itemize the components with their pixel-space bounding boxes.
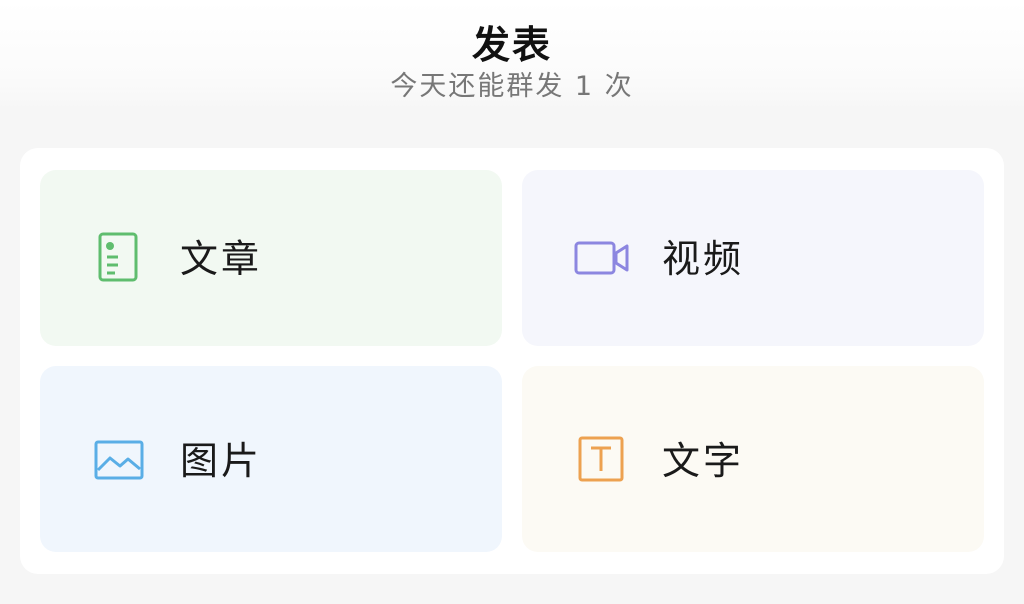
text-t-icon: [578, 436, 624, 482]
page-title: 发表: [471, 23, 552, 67]
video-label: 视频: [662, 237, 745, 281]
image-label: 图片: [180, 439, 263, 483]
document-icon: [98, 232, 138, 282]
publish-quota-text: 今天还能群发 1 次: [390, 71, 634, 102]
publish-image-button[interactable]: 图片: [40, 366, 502, 552]
publish-text-button[interactable]: 文字: [522, 366, 984, 552]
article-label: 文章: [180, 237, 263, 281]
publish-video-button[interactable]: 视频: [522, 170, 984, 346]
publish-article-button[interactable]: 文章: [40, 170, 502, 346]
picture-icon: [94, 440, 144, 480]
text-label: 文字: [662, 439, 745, 483]
video-camera-icon: [574, 241, 629, 275]
dialog-header: 发表 今天还能群发 1 次: [0, 0, 1024, 110]
